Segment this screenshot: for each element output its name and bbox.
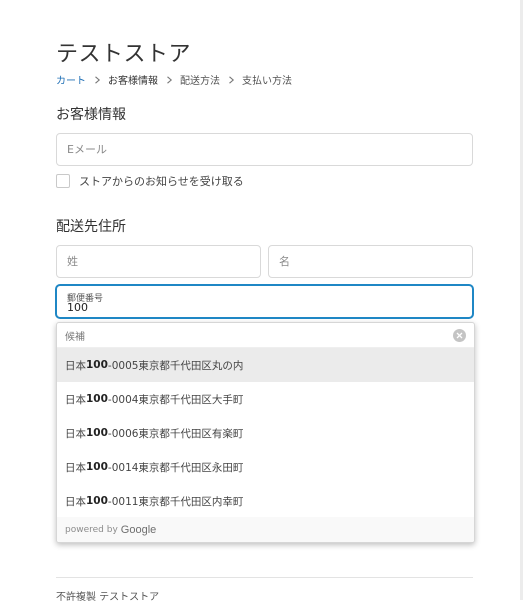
customer-info-heading: お客様情報 bbox=[56, 107, 126, 123]
powered-by-label: powered by bbox=[65, 524, 118, 535]
first-name-input[interactable] bbox=[269, 246, 472, 277]
first-name-field[interactable] bbox=[268, 245, 473, 278]
address-suggestion[interactable]: 日本 100 -0005東京都千代田区丸の内 bbox=[57, 348, 474, 382]
google-logo: Google bbox=[120, 523, 157, 536]
postal-code-input[interactable] bbox=[57, 286, 472, 317]
newsletter-option[interactable]: ストアからのお知らせを受け取る bbox=[56, 173, 244, 189]
autocomplete-header-label: 候補 bbox=[65, 331, 85, 343]
breadcrumb-cart[interactable]: カート bbox=[56, 72, 86, 87]
last-name-input[interactable] bbox=[57, 246, 260, 277]
copyright-text: 不許複製 テストストア bbox=[56, 592, 160, 603]
breadcrumb-customer-info: お客様情報 bbox=[108, 76, 158, 87]
postal-code-label: 郵便番号 bbox=[67, 294, 104, 304]
autocomplete-header: 候補 bbox=[57, 323, 474, 348]
postal-code-field[interactable]: 郵便番号 bbox=[56, 285, 473, 318]
address-suggestion[interactable]: 日本 100 -0014東京都千代田区永田町 bbox=[57, 450, 474, 484]
newsletter-checkbox[interactable] bbox=[56, 174, 70, 188]
breadcrumb-shipping-method: 配送方法 bbox=[180, 76, 220, 87]
clear-icon[interactable] bbox=[453, 328, 466, 342]
store-title: テストストア bbox=[56, 42, 192, 67]
address-autocomplete-dropdown: 候補 日本 100 -0005東京都千代田区丸の内 日本 100 -0004東京都千代田… bbox=[56, 322, 475, 543]
chevron-right-icon bbox=[158, 75, 180, 84]
breadcrumb: カート お客様情報 配送方法 支払い方法 bbox=[56, 72, 292, 87]
last-name-field[interactable] bbox=[56, 245, 261, 278]
address-suggestion[interactable]: 日本 100 -0004東京都千代田区大手町 bbox=[57, 382, 474, 416]
email-field[interactable] bbox=[56, 133, 473, 166]
breadcrumb-payment-method: 支払い方法 bbox=[242, 76, 292, 87]
email-input[interactable] bbox=[57, 134, 472, 165]
address-suggestion[interactable]: 日本 100 -0011東京都千代田区内幸町 bbox=[57, 484, 474, 518]
address-suggestion[interactable]: 日本 100 -0006東京都千代田区有楽町 bbox=[57, 416, 474, 450]
powered-by-google: powered by Google bbox=[57, 517, 474, 542]
footer-divider bbox=[56, 577, 473, 578]
chevron-right-icon bbox=[220, 75, 242, 84]
newsletter-label: ストアからのお知らせを受け取る bbox=[79, 175, 244, 188]
shipping-address-heading: 配送先住所 bbox=[56, 219, 126, 235]
chevron-right-icon bbox=[86, 75, 108, 84]
